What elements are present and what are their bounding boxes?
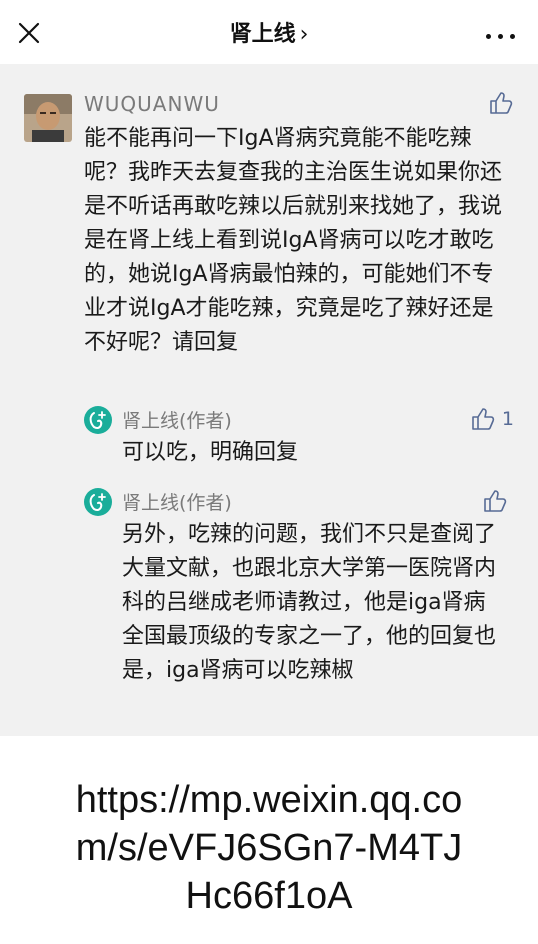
- page-title[interactable]: 肾上线 ›: [0, 16, 538, 48]
- more-icon[interactable]: [486, 24, 522, 39]
- reply-text: 另外，吃辣的问题，我们不只是查阅了大量文献，也跟北京大学第一医院肾内科的吕继成老…: [122, 522, 497, 683]
- thumbs-up-icon[interactable]: [488, 90, 514, 116]
- comment-panel: WUQUANWU 能不能再问一下IgA肾病究竟能不能吃辣呢？我昨天去复查我的主治…: [0, 64, 538, 736]
- comment-username: WUQUANWU: [84, 92, 220, 116]
- chevron-right-icon: ›: [299, 22, 309, 47]
- source-url: https://mp.weixin.qq.com/s/eVFJ6SGn7-M4T…: [0, 776, 538, 920]
- avatar[interactable]: [24, 94, 72, 142]
- source-url-text: https://mp.weixin.qq.com/s/eVFJ6SGn7-M4T…: [75, 779, 463, 917]
- page-title-text: 肾上线: [229, 22, 296, 47]
- thumbs-up-icon: [472, 408, 495, 430]
- reply-like-button[interactable]: [482, 488, 514, 514]
- reply-text: 可以吃，明确回复: [122, 440, 299, 465]
- like-count: 1: [501, 408, 514, 430]
- thumbs-up-icon: [484, 490, 507, 512]
- top-bar: 肾上线 ›: [0, 0, 538, 64]
- shenshangxian-logo-icon: [84, 406, 112, 434]
- reply-like-button[interactable]: 1: [470, 406, 514, 432]
- reply-author: 肾上线(作者): [122, 492, 232, 514]
- reply-author: 肾上线(作者): [122, 410, 232, 432]
- comment-text: 能不能再问一下IgA肾病究竟能不能吃辣呢？我昨天去复查我的主治医生说如果你还是不…: [84, 126, 503, 355]
- shenshangxian-logo-icon: [84, 488, 112, 516]
